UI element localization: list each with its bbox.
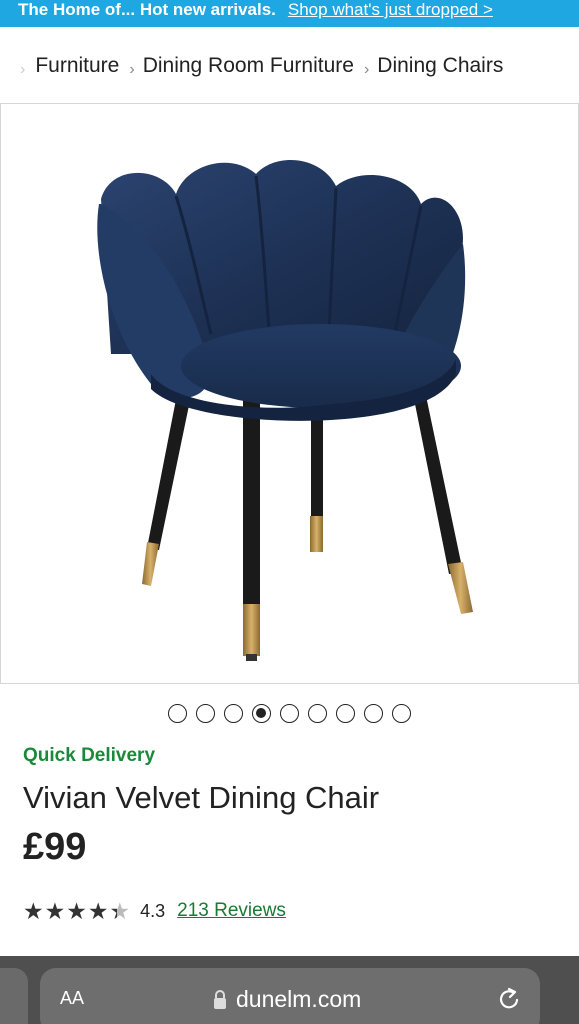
breadcrumb-item-furniture[interactable]: Furniture xyxy=(35,54,119,78)
carousel-dot[interactable] xyxy=(364,704,383,723)
promo-banner[interactable]: The Home of... Hot new arrivals. Shop wh… xyxy=(0,0,579,27)
breadcrumb-item-dining-chairs[interactable]: Dining Chairs xyxy=(377,54,503,78)
star-icon: ★ xyxy=(44,898,66,924)
chevron-right-icon: › xyxy=(363,60,370,78)
carousel-dot[interactable] xyxy=(280,704,299,723)
breadcrumb-item-dining-room-furniture[interactable]: Dining Room Furniture xyxy=(143,54,354,78)
product-image-gallery[interactable] xyxy=(0,103,579,684)
carousel-dot[interactable] xyxy=(336,704,355,723)
product-title: Vivian Velvet Dining Chair xyxy=(23,780,380,815)
carousel-dots xyxy=(0,704,579,724)
url-display[interactable]: dunelm.com xyxy=(212,986,361,1013)
star-rating: ★ ★ ★ ★ ★ xyxy=(23,899,130,923)
rating-row: ★ ★ ★ ★ ★ 4.3 213 Reviews xyxy=(23,898,286,924)
reader-aa-button[interactable]: AA xyxy=(60,988,84,1009)
carousel-dot[interactable] xyxy=(196,704,215,723)
promo-link[interactable]: Shop what's just dropped > xyxy=(288,1,493,18)
browser-toolbar: AA dunelm.com xyxy=(0,956,579,1024)
product-image xyxy=(97,160,473,661)
carousel-dot[interactable] xyxy=(168,704,187,723)
quick-delivery-badge: Quick Delivery xyxy=(23,745,156,766)
lock-icon xyxy=(214,989,226,1009)
carousel-dot[interactable] xyxy=(224,704,243,723)
url-text: dunelm.com xyxy=(236,986,362,1012)
promo-text: The Home of... Hot new arrivals. xyxy=(18,0,276,19)
star-icon: ★ xyxy=(23,898,44,924)
star-partial-icon: ★ xyxy=(109,898,131,924)
star-icon: ★ xyxy=(87,898,109,924)
chevron-right-icon: › xyxy=(20,60,26,78)
breadcrumb: › Furniture › Dining Room Furniture › Di… xyxy=(0,27,579,104)
previous-tab-edge[interactable] xyxy=(0,968,28,1024)
star-icon: ★ xyxy=(66,898,87,924)
carousel-dot[interactable] xyxy=(308,704,327,723)
carousel-dot-active[interactable] xyxy=(252,704,271,723)
product-price: £99 xyxy=(23,826,87,868)
address-bar[interactable]: AA dunelm.com xyxy=(40,968,540,1024)
reload-icon[interactable] xyxy=(498,986,522,1012)
chevron-right-icon: › xyxy=(129,60,135,78)
rating-value: 4.3 xyxy=(140,900,166,921)
carousel-dot[interactable] xyxy=(392,704,411,723)
reviews-link[interactable]: 213 Reviews xyxy=(177,900,286,922)
